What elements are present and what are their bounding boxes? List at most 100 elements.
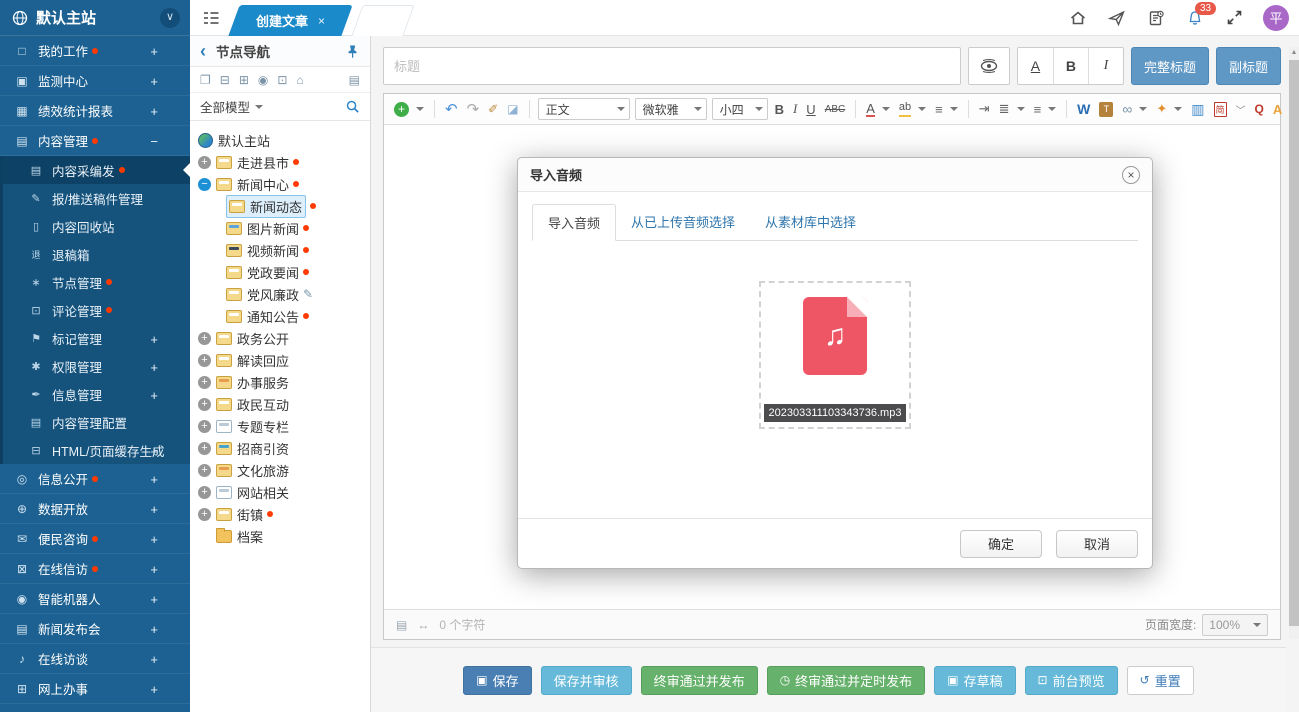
report-icon[interactable] [1146, 8, 1166, 28]
pin-icon[interactable] [345, 44, 360, 59]
expand-icon[interactable] [198, 464, 211, 477]
sidebar-item-online-interview[interactable]: ♪在线访谈+ [0, 644, 190, 674]
model-filter-dropdown[interactable]: 全部模型 [200, 97, 250, 116]
copy-node-icon[interactable]: ❐ [200, 73, 211, 87]
expand-icon[interactable] [198, 376, 211, 389]
sidebar-item-robot[interactable]: ◉智能机器人+ [0, 584, 190, 614]
tree-node-visit-county[interactable]: 走进县市 [196, 151, 366, 173]
save-and-review-button[interactable]: 保存并审核 [541, 666, 632, 695]
tab-create-article[interactable]: 创建文章 [228, 5, 352, 36]
preview-title-button[interactable] [968, 47, 1010, 85]
reset-button[interactable]: ↺重置 [1127, 666, 1194, 695]
tree-node-interaction[interactable]: 政民互动 [196, 393, 366, 415]
new-doc-icon[interactable]: ⊡ [277, 73, 287, 87]
expand-plus[interactable]: + [150, 388, 158, 403]
sidebar-item-online-petition[interactable]: ⊠在线信访+ [0, 554, 190, 584]
site-switcher[interactable]: 默认主站 ∨ [0, 0, 190, 36]
article-title-input[interactable] [383, 47, 961, 85]
collapse-panel-icon[interactable]: ‹ [200, 42, 206, 60]
autoformat-icon[interactable]: ✦ [1154, 99, 1184, 119]
redo-icon[interactable]: ↷ [465, 98, 482, 120]
expand-plus[interactable]: + [150, 44, 158, 59]
tree-node-services[interactable]: 办事服务 [196, 371, 366, 393]
title-italic-button[interactable]: I [1088, 48, 1123, 84]
ordered-list-icon[interactable]: ≣ [997, 99, 1027, 119]
strikethrough-icon[interactable]: ABC [823, 102, 848, 117]
sidebar-item-monitor-center[interactable]: ▣监测中心+ [0, 66, 190, 96]
expand-plus[interactable]: + [150, 360, 158, 375]
expand-plus[interactable]: + [150, 682, 158, 697]
sidebar-item-online-services[interactable]: ⊞网上办事+ [0, 674, 190, 704]
find-replace-icon[interactable]: Q [1253, 100, 1266, 118]
scrollbar-thumb[interactable] [1289, 60, 1299, 626]
sidebar-item-return-box[interactable]: 退退稿箱 [3, 240, 190, 268]
format-brush-icon[interactable]: ✐ [486, 100, 500, 118]
ok-button[interactable]: 确定 [960, 530, 1042, 558]
subtitle-button[interactable]: 副标题 [1216, 47, 1281, 85]
send-icon[interactable] [1107, 8, 1127, 28]
expand-plus[interactable]: + [150, 532, 158, 547]
sidebar-item-html-cache[interactable]: ⊟HTML/页面缓存生成+ [3, 436, 190, 464]
tree-node-investment[interactable]: 招商引资 [196, 437, 366, 459]
front-preview-button[interactable]: ⊡前台预览 [1025, 666, 1118, 695]
tab-select-uploaded-audio[interactable]: 从已上传音频选择 [616, 204, 750, 241]
expand-icon[interactable] [198, 398, 211, 411]
insert-media-button[interactable]: + [392, 100, 426, 119]
approve-publish-button[interactable]: 终审通过并发布 [641, 666, 758, 695]
title-color-button[interactable]: A [1018, 48, 1053, 84]
paragraph-style-select[interactable]: 正文 [538, 98, 630, 120]
node-search-input[interactable] [271, 100, 345, 114]
collapse-tree-icon[interactable]: ⊟ [220, 73, 230, 87]
expand-icon[interactable] [198, 508, 211, 521]
expand-plus[interactable]: + [150, 562, 158, 577]
title-bold-button[interactable]: B [1053, 48, 1088, 84]
expand-plus[interactable]: + [150, 652, 158, 667]
link-icon[interactable]: ∞ [1120, 99, 1149, 119]
tree-node-interpretation[interactable]: 解读回应 [196, 349, 366, 371]
unordered-list-icon[interactable]: ≡ [1032, 100, 1059, 119]
sidebar-item-push-manuscript[interactable]: ✎报/推送稿件管理 [3, 184, 190, 212]
expand-plus[interactable]: + [150, 104, 158, 119]
sidebar-item-citizen-consult[interactable]: ✉便民咨询+ [0, 524, 190, 554]
expand-icon[interactable] [198, 486, 211, 499]
bell-icon[interactable]: 33 [1185, 8, 1205, 28]
expand-icon[interactable] [198, 442, 211, 455]
avatar[interactable]: 平 [1263, 5, 1289, 31]
page-width-select[interactable]: 100% [1202, 614, 1268, 636]
expand-plus[interactable]: + [150, 502, 158, 517]
tab-select-from-library[interactable]: 从素材库中选择 [750, 204, 871, 241]
tree-node-notice[interactable]: 通知公告 [196, 305, 366, 327]
expand-icon[interactable] [198, 420, 211, 433]
sidebar-item-online-forms[interactable]: ▤在线表单+ [0, 704, 190, 712]
collapse-minus[interactable]: − [150, 134, 158, 149]
expand-icon[interactable] [198, 332, 211, 345]
highlight-icon[interactable]: ab [897, 99, 928, 118]
sidebar-item-permission-management[interactable]: ✱权限管理+ [3, 352, 190, 380]
sidebar-item-comment-management[interactable]: ⊡评论管理 [3, 296, 190, 324]
expand-icon[interactable] [198, 354, 211, 367]
align-icon[interactable]: ≡ [933, 100, 960, 119]
sidebar-item-info-disclosure[interactable]: ◎信息公开+ [0, 464, 190, 494]
italic-icon[interactable]: I [791, 99, 799, 119]
sidebar-item-my-work[interactable]: □我的工作+ [0, 36, 190, 66]
fullscreen-icon[interactable] [1224, 8, 1244, 28]
sidebar-item-info-management[interactable]: ✒信息管理+ [3, 380, 190, 408]
home-node-icon[interactable]: ⌂ [296, 73, 303, 87]
collapse-sidebar-icon[interactable] [202, 10, 220, 26]
word-import-icon[interactable]: W [1075, 99, 1092, 119]
tree-node-news-center[interactable]: 新闻中心 [196, 173, 366, 195]
width-toggle-icon[interactable]: ↔ [417, 618, 429, 632]
undo-icon[interactable]: ↶ [443, 98, 460, 120]
font-family-select[interactable]: 微软雅 [635, 98, 707, 120]
sidebar-item-content-editing[interactable]: ▤内容采编发 [3, 156, 190, 184]
collapse-icon[interactable] [198, 178, 211, 191]
sidebar-item-content-config[interactable]: ▤内容管理配置 [3, 408, 190, 436]
paste-text-icon[interactable]: T [1097, 100, 1115, 119]
tree-node-archive[interactable]: 档案 [196, 525, 366, 547]
tree-node-party-conduct[interactable]: 党风廉政✎ [196, 283, 366, 305]
expand-plus[interactable]: + [150, 74, 158, 89]
tree-node-special-topics[interactable]: 专题专栏 [196, 415, 366, 437]
bold-icon[interactable]: B [773, 100, 786, 119]
expand-plus[interactable]: + [150, 332, 158, 347]
save-draft-button[interactable]: ▣存草稿 [934, 666, 1015, 695]
